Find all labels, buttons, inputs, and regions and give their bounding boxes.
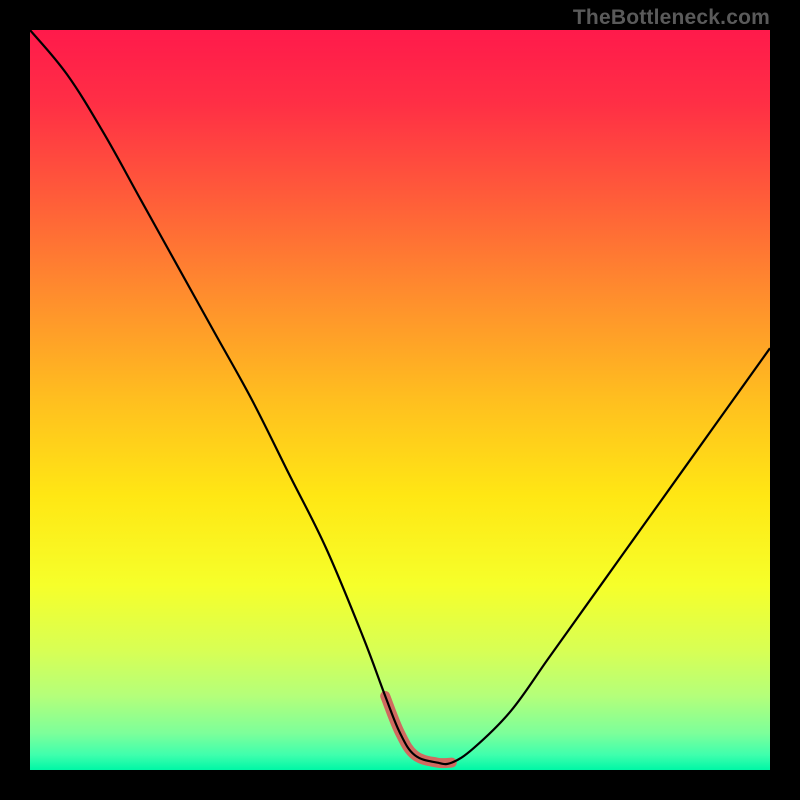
plot-area: [30, 30, 770, 770]
curve-layer: [30, 30, 770, 770]
highlight-segment: [385, 696, 452, 763]
bottleneck-curve: [30, 30, 770, 764]
watermark-text: TheBottleneck.com: [573, 6, 770, 30]
chart-frame: TheBottleneck.com: [0, 0, 800, 800]
